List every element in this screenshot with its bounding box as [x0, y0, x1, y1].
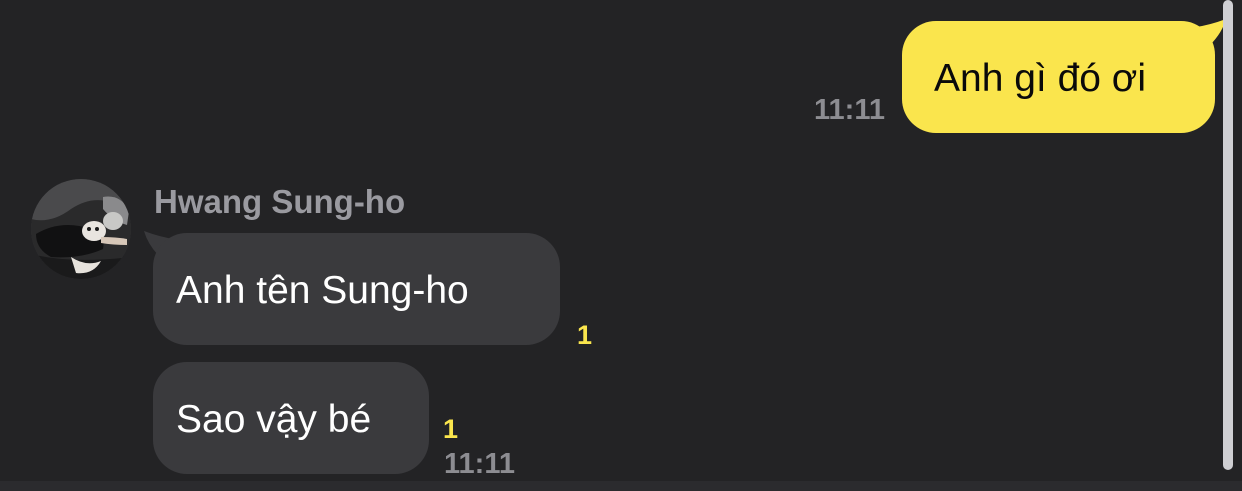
profile-photo-icon — [31, 179, 131, 279]
outgoing-message-text: Anh gì đó ơi — [934, 57, 1147, 100]
outgoing-message-time: 11:11 — [814, 94, 885, 126]
bottom-divider — [0, 481, 1242, 491]
incoming-message-bubble[interactable]: Sao vậy bé — [153, 362, 429, 474]
chat-message-list[interactable]: Anh gì đó ơi 11:11 Hwang Sung-ho Anh tên… — [0, 0, 1226, 491]
unread-count-badge: 1 — [443, 414, 459, 444]
incoming-message-text: Anh tên Sung-ho — [176, 269, 469, 312]
incoming-message-text: Sao vậy bé — [176, 398, 372, 441]
scrollbar-thumb[interactable] — [1223, 0, 1233, 470]
incoming-message-bubble[interactable]: Anh tên Sung-ho — [153, 233, 560, 345]
sender-name: Hwang Sung-ho — [154, 183, 406, 220]
unread-count-badge: 1 — [577, 320, 593, 350]
incoming-message-time: 11:11 — [444, 448, 515, 480]
outgoing-message-bubble[interactable]: Anh gì đó ơi — [902, 21, 1215, 133]
sender-avatar[interactable] — [31, 179, 131, 279]
